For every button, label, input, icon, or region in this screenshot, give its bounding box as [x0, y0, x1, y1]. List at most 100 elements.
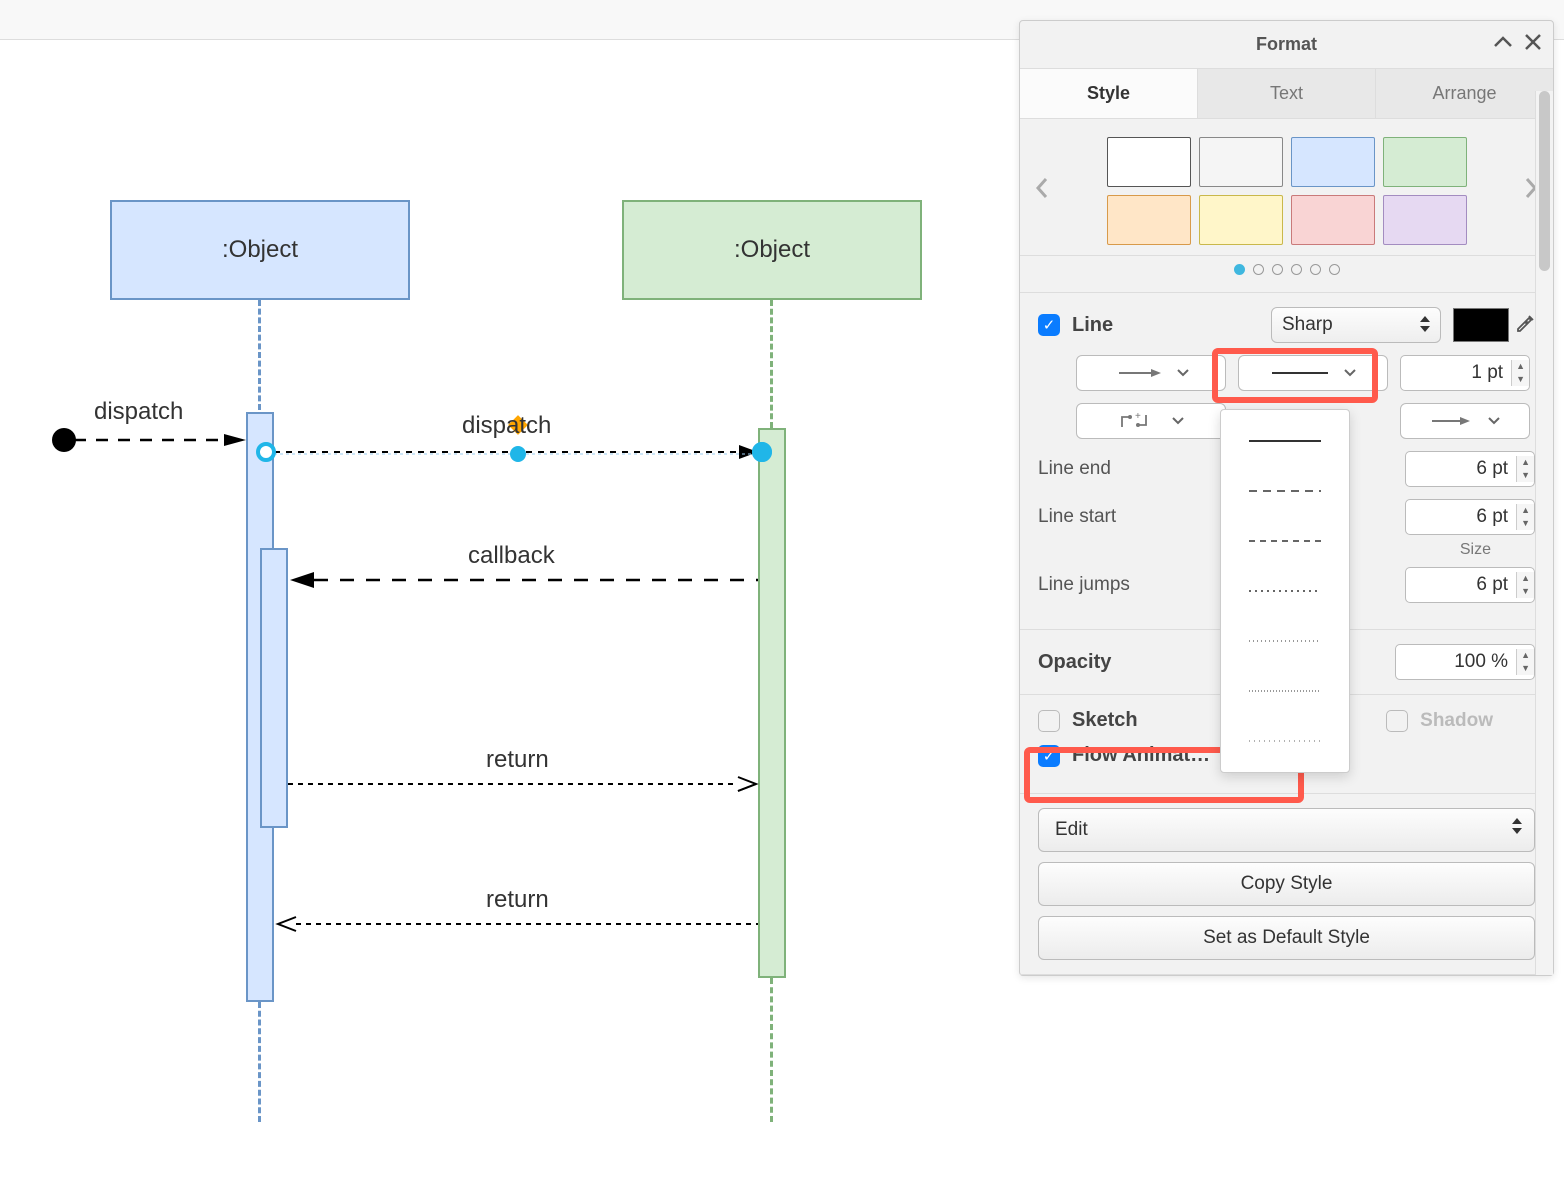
style-swatch-5[interactable]: [1199, 195, 1283, 245]
lifeline-1-dashed-tail: [258, 1002, 261, 1122]
style-swatch-0[interactable]: [1107, 137, 1191, 187]
msg-return-2[interactable]: [274, 916, 766, 936]
msg-return-2-label: return: [486, 886, 549, 914]
activation-1-nested[interactable]: [260, 548, 288, 828]
set-default-style-button[interactable]: Set as Default Style: [1038, 916, 1535, 960]
lifeline-1-dashed: [258, 300, 261, 410]
style-swatch-7[interactable]: [1383, 195, 1467, 245]
lifeline-object-2-label: :Object: [734, 236, 810, 264]
lifeline-2-dashed: [770, 300, 773, 428]
style-swatch-1[interactable]: [1199, 137, 1283, 187]
stepper-up-icon[interactable]: ▲: [1517, 649, 1534, 662]
format-panel: Format Style Text Arrange: [1019, 20, 1554, 976]
chevron-down-icon: [1172, 417, 1184, 425]
line-jumps-input[interactable]: 6 pt ▲▼: [1405, 567, 1535, 603]
activation-2[interactable]: [758, 428, 786, 978]
format-panel-header: Format: [1020, 21, 1553, 69]
chevron-down-icon: [1344, 369, 1356, 377]
eyedropper-icon[interactable]: [1515, 312, 1535, 338]
line-jumps-label: Line jumps: [1038, 574, 1188, 596]
opacity-input[interactable]: 100 % ▲▼: [1395, 644, 1535, 680]
msg-dispatch-1-label: dispatch: [94, 398, 183, 426]
line-section: ✓ Line Sharp: [1020, 293, 1553, 630]
line-label: Line: [1072, 314, 1113, 337]
opacity-label: Opacity: [1038, 651, 1111, 674]
msg-return-1[interactable]: [288, 776, 766, 796]
msg-callback-label: callback: [468, 542, 555, 570]
msg-return-1-label: return: [486, 746, 549, 774]
line-style-select[interactable]: [1238, 355, 1388, 391]
sidebar-scrollbar[interactable]: [1535, 91, 1553, 975]
style-swatches: [1020, 119, 1553, 256]
style-swatch-6[interactable]: [1291, 195, 1375, 245]
line-style-fine-dot-dense[interactable]: [1221, 666, 1349, 716]
swatch-page-dots[interactable]: [1020, 256, 1553, 293]
style-swatch-2[interactable]: [1291, 137, 1375, 187]
stepper-up-icon[interactable]: ▲: [1517, 572, 1534, 585]
sketch-label: Sketch: [1072, 709, 1138, 732]
style-swatch-4[interactable]: [1107, 195, 1191, 245]
lifeline-object-2[interactable]: :Object: [622, 200, 922, 300]
line-style-dash-long[interactable]: [1221, 466, 1349, 516]
collapse-icon[interactable]: [1493, 33, 1513, 56]
line-style-solid[interactable]: [1221, 416, 1349, 466]
msg-callback[interactable]: [288, 570, 766, 594]
msg-dispatch-2-label[interactable]: dispatch: [462, 412, 551, 440]
tab-text[interactable]: Text: [1198, 69, 1376, 118]
selection-handle-start[interactable]: [256, 442, 276, 462]
line-start-input[interactable]: 6 pt ▲▼: [1405, 499, 1535, 535]
stepper-down-icon[interactable]: ▼: [1517, 469, 1534, 482]
style-swatch-3[interactable]: [1383, 137, 1467, 187]
found-msg-origin[interactable]: [52, 428, 76, 452]
line-style-dropdown[interactable]: [1220, 409, 1350, 773]
flow-animation-checkbox[interactable]: ✓: [1038, 745, 1060, 767]
style-actions: Edit Copy Style Set as Default Style: [1020, 794, 1553, 975]
swatch-grid: [1107, 137, 1467, 245]
line-end-label: Line end: [1038, 458, 1188, 480]
svg-text:+: +: [1135, 411, 1141, 422]
diagram-canvas[interactable]: :Object :Object dispatch dis: [0, 40, 1000, 1204]
arrow-start-select[interactable]: [1076, 355, 1226, 391]
edit-style-select[interactable]: Edit: [1038, 808, 1535, 852]
lifeline-object-1-label: :Object: [222, 236, 298, 264]
line-color-swatch[interactable]: [1453, 308, 1509, 342]
chevron-down-icon: [1488, 417, 1500, 425]
line-style-fine-dot[interactable]: [1221, 616, 1349, 666]
stepper-down-icon[interactable]: ▼: [1517, 517, 1534, 530]
stepper-down-icon[interactable]: ▼: [1512, 373, 1529, 386]
copy-style-button[interactable]: Copy Style: [1038, 862, 1535, 906]
format-panel-title: Format: [1256, 34, 1317, 55]
caret-updown-icon: [1512, 818, 1522, 840]
swatches-prev-icon[interactable]: [1034, 176, 1050, 207]
stepper-up-icon[interactable]: ▲: [1517, 504, 1534, 517]
selection-midpoint[interactable]: [510, 446, 526, 462]
line-style-dash-medium[interactable]: [1221, 516, 1349, 566]
stroke-width-input[interactable]: 1 pt ▲▼: [1400, 355, 1530, 391]
flow-animation-label: Flow Animat…: [1072, 744, 1210, 767]
stepper-down-icon[interactable]: ▼: [1517, 585, 1534, 598]
line-end-input[interactable]: 6 pt ▲▼: [1405, 451, 1535, 487]
stepper-up-icon[interactable]: ▲: [1512, 360, 1529, 373]
chevron-down-icon: [1177, 369, 1189, 377]
tab-arrange[interactable]: Arrange: [1376, 69, 1553, 118]
line-type-select[interactable]: Sharp: [1271, 307, 1441, 343]
caret-updown-icon: [1420, 316, 1430, 335]
shadow-checkbox[interactable]: [1386, 710, 1408, 732]
msg-dispatch-1[interactable]: [74, 434, 252, 454]
close-icon[interactable]: [1525, 33, 1541, 56]
lifeline-2-dashed-tail: [770, 978, 773, 1122]
line-enabled-checkbox[interactable]: ✓: [1038, 314, 1060, 336]
waypoint-select[interactable]: +: [1076, 403, 1226, 439]
line-start-label: Line start: [1038, 506, 1188, 528]
line-style-sparse-dot[interactable]: [1221, 716, 1349, 766]
sketch-checkbox[interactable]: [1038, 710, 1060, 732]
selection-handle-end-fill: [752, 442, 772, 462]
line-style-dot[interactable]: [1221, 566, 1349, 616]
stepper-up-icon[interactable]: ▲: [1517, 456, 1534, 469]
lifeline-object-1[interactable]: :Object: [110, 200, 410, 300]
stepper-down-icon[interactable]: ▼: [1517, 662, 1534, 675]
arrow-end-select[interactable]: [1400, 403, 1530, 439]
shadow-label: Shadow: [1420, 710, 1493, 732]
tab-style[interactable]: Style: [1020, 69, 1198, 118]
scrollbar-thumb[interactable]: [1539, 91, 1550, 271]
